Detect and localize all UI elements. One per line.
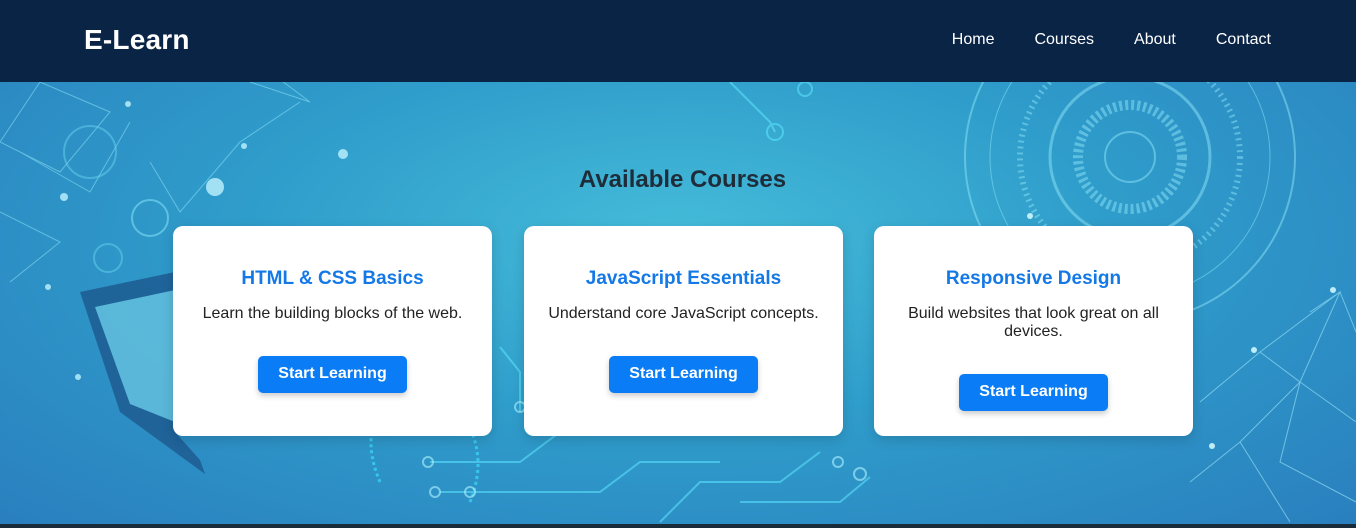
nav-link-contact[interactable]: Contact (1216, 31, 1271, 49)
start-learning-button[interactable]: Start Learning (959, 374, 1108, 411)
nav-menu: Home Courses About Contact (952, 31, 1271, 49)
course-description: Understand core JavaScript concepts. (548, 305, 819, 322)
course-card-javascript: JavaScript Essentials Understand core Ja… (524, 226, 843, 436)
start-learning-button[interactable]: Start Learning (258, 356, 407, 393)
brand-logo[interactable]: E-Learn (84, 24, 190, 56)
course-title: JavaScript Essentials (585, 268, 782, 289)
start-learning-button[interactable]: Start Learning (609, 356, 758, 393)
course-description: Learn the building blocks of the web. (202, 305, 463, 322)
course-description: Build websites that look great on all de… (908, 305, 1159, 340)
page-bottom-edge (0, 524, 1356, 528)
course-card-responsive: Responsive Design Build websites that lo… (874, 226, 1193, 436)
hero-section: Available Courses HTML & CSS Basics Lear… (0, 82, 1356, 526)
navbar: E-Learn Home Courses About Contact (0, 0, 1356, 82)
course-title: Responsive Design (945, 268, 1122, 289)
course-title: HTML & CSS Basics (241, 268, 424, 289)
nav-link-courses[interactable]: Courses (1034, 31, 1094, 49)
nav-link-about[interactable]: About (1134, 31, 1176, 49)
course-card-html-css: HTML & CSS Basics Learn the building blo… (173, 226, 492, 436)
section-title: Available Courses (578, 166, 787, 193)
nav-link-home[interactable]: Home (952, 31, 995, 49)
